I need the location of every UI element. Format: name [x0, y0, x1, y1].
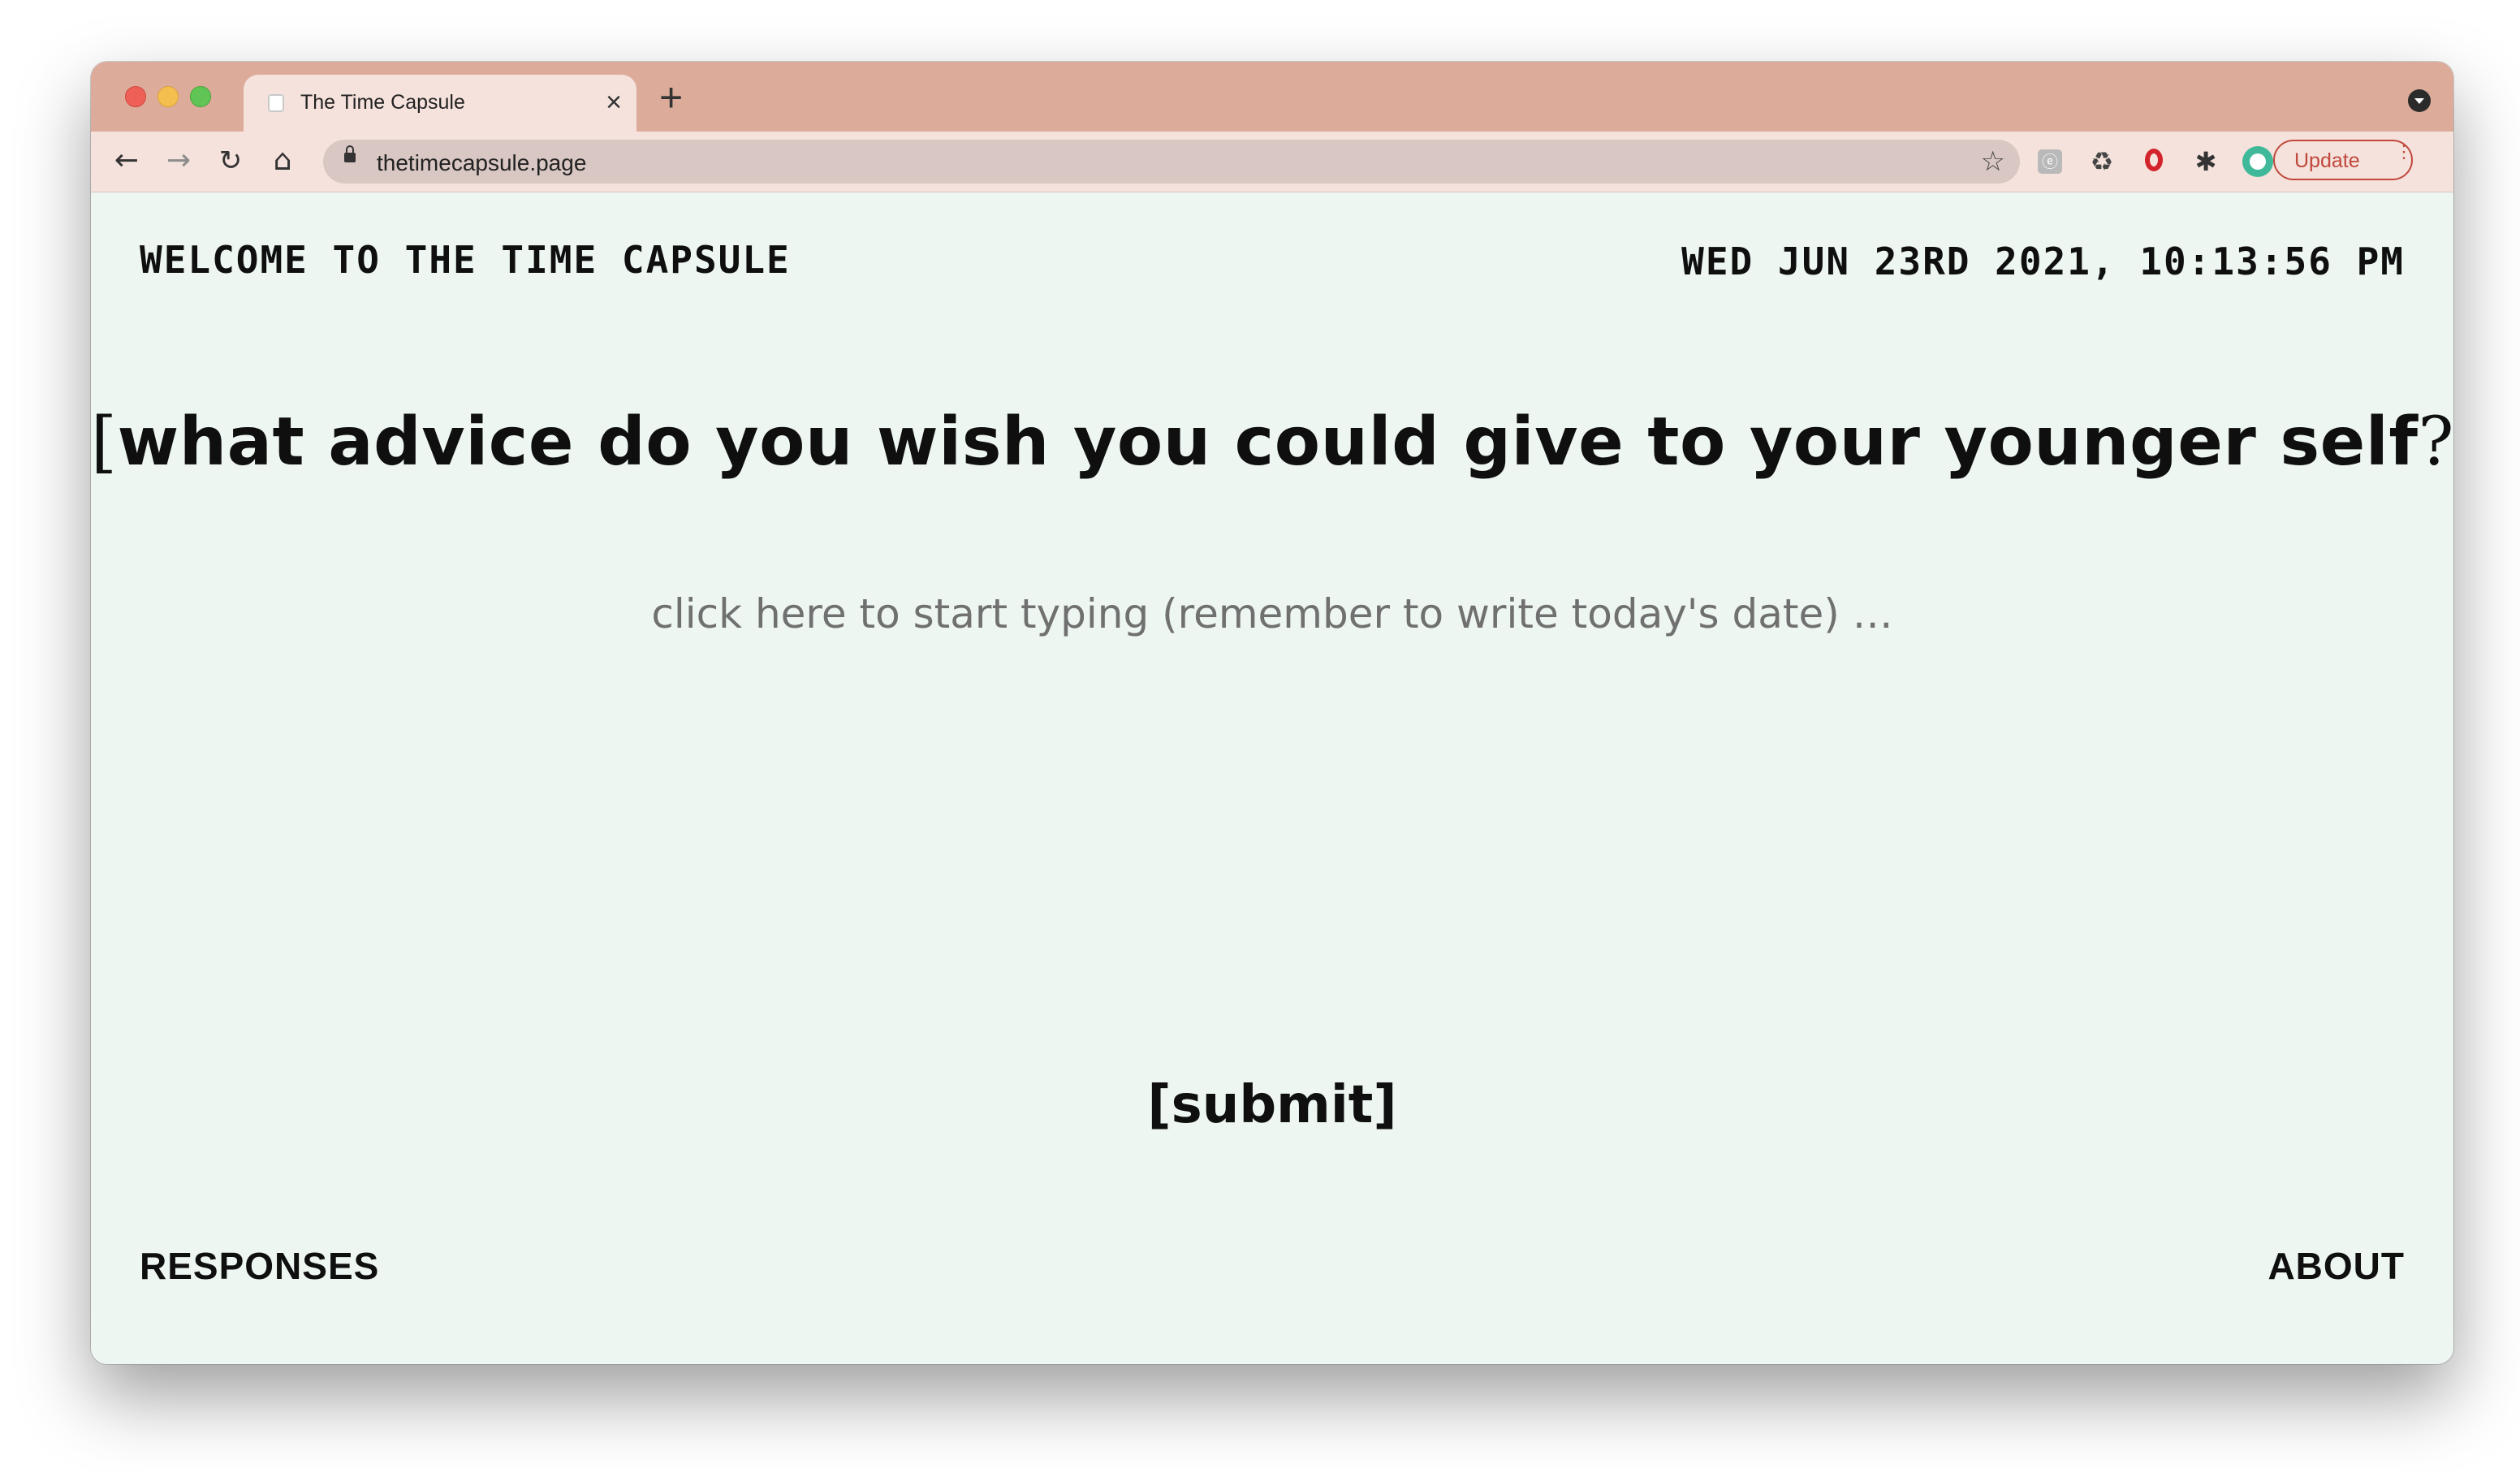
tab-search-icon[interactable]	[2408, 89, 2431, 112]
close-tab-icon[interactable]: ×	[606, 86, 622, 119]
prompt-question: [what advice do you wish you could give …	[91, 404, 2453, 481]
update-label: Update	[2294, 149, 2360, 172]
recycle-icon[interactable]: ♻	[2086, 146, 2117, 177]
home-icon[interactable]: ⌂	[265, 143, 300, 179]
about-link[interactable]: ABOUT	[2268, 1244, 2405, 1288]
more-menu-icon[interactable]: ⋮	[2395, 143, 2413, 161]
opera-icon[interactable]	[2138, 146, 2169, 177]
address-bar[interactable]: thetimecapsule.page ☆	[323, 140, 2020, 184]
tab-title: The Time Capsule	[300, 91, 465, 114]
maximize-window-button[interactable]	[190, 86, 211, 107]
question-open-bracket: [	[91, 404, 118, 481]
browser-toolbar: ← → ↻ ⌂ thetimecapsule.page ☆ ⓔ ♻ ✱ Upda…	[91, 132, 2453, 192]
page-favicon-icon	[268, 94, 284, 112]
lock-icon[interactable]	[344, 145, 356, 162]
tab-the-time-capsule[interactable]: The Time Capsule ×	[244, 75, 636, 132]
responses-link[interactable]: RESPONSES	[140, 1244, 379, 1288]
reload-icon[interactable]: ↻	[213, 143, 248, 179]
tab-strip: The Time Capsule × +	[91, 62, 2453, 132]
back-arrow-icon[interactable]: ←	[109, 143, 145, 179]
page-content: WELCOME TO THE TIME CAPSULE WED JUN 23RD…	[91, 192, 2453, 1364]
bookmark-star-icon[interactable]: ☆	[1981, 145, 2005, 179]
profile-avatar-icon[interactable]	[2242, 146, 2273, 177]
extension-gray-icon[interactable]: ⓔ	[2035, 146, 2065, 177]
close-window-button[interactable]	[125, 86, 146, 107]
current-datetime: WED JUN 23RD 2021, 10:13:56 PM	[1681, 240, 2405, 283]
welcome-heading: WELCOME TO THE TIME CAPSULE	[140, 238, 791, 282]
puzzle-icon[interactable]: ✱	[2190, 146, 2221, 177]
forward-arrow-icon[interactable]: →	[161, 143, 196, 179]
question-text: what advice do you wish you could give t…	[117, 404, 2419, 481]
minimize-window-button[interactable]	[158, 86, 179, 107]
browser-window: The Time Capsule × + ← → ↻ ⌂ thetimecaps…	[91, 62, 2453, 1364]
question-mark: ?	[2418, 404, 2453, 481]
url-text[interactable]: thetimecapsule.page	[377, 150, 586, 176]
update-button[interactable]: Update ⋮	[2273, 140, 2413, 180]
new-tab-button[interactable]: +	[659, 76, 683, 119]
answer-input[interactable]	[501, 590, 2043, 996]
submit-button[interactable]: [submit]	[91, 1075, 2453, 1135]
